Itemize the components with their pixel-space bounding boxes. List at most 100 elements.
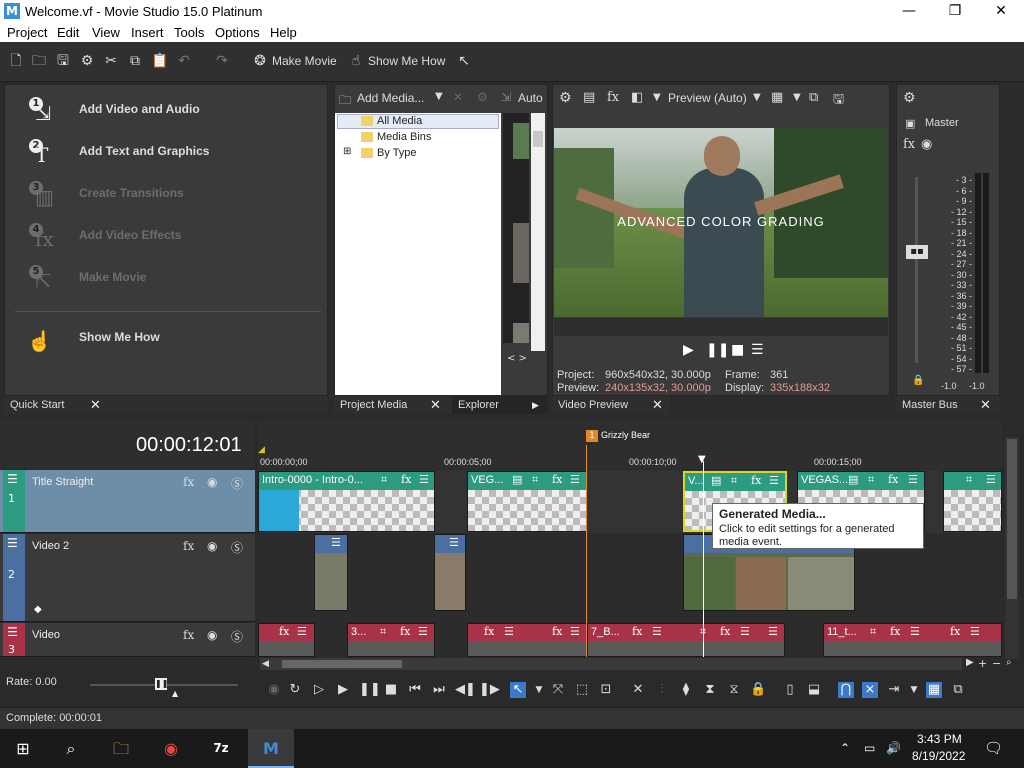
menu-project[interactable]: Project	[7, 25, 47, 40]
grid-icon[interactable]: ▦	[771, 90, 783, 105]
clip-video-b[interactable]: 3... ⌗ fx ☰	[347, 623, 435, 657]
loop-start-marker[interactable]: ◢	[258, 445, 265, 455]
fx-icon[interactable]: fx	[890, 625, 900, 638]
timeline-horizontal-scrollbar[interactable]: ◀	[260, 658, 962, 670]
undo-icon[interactable]: ↶	[176, 53, 192, 69]
clip-video-a[interactable]: fx ☰	[258, 623, 315, 657]
device-icon[interactable]: ▤	[583, 90, 595, 105]
search-icon[interactable]: ⌕	[48, 729, 94, 768]
region-icon[interactable]: ⬓	[806, 682, 822, 698]
generated-media-icon[interactable]: ▤	[848, 473, 858, 486]
timecode-display[interactable]: 00:00:12:01	[136, 434, 242, 457]
play-icon[interactable]: ▶	[683, 342, 694, 358]
close-icon[interactable]: ✕	[652, 396, 663, 414]
marker-flag[interactable]: 1	[586, 430, 598, 442]
redo-icon[interactable]: ↷	[214, 53, 230, 69]
chevron-down-icon[interactable]: ▼	[906, 682, 922, 698]
quick-start-add-video[interactable]: 1 ⇲ Add Video and Audio	[19, 97, 319, 125]
minimize-button[interactable]: —	[886, 0, 932, 23]
normal-edit-tool-icon[interactable]: ↖	[510, 682, 526, 698]
motion-icon[interactable]: ◉	[207, 539, 217, 553]
clip-intro[interactable]: Intro-0000 - Intro-0... ⌗ fx ☰	[258, 471, 435, 532]
clock-date[interactable]: 8/19/2022	[912, 749, 965, 763]
fx-icon[interactable]: fx	[401, 473, 411, 486]
tree-item-media-bins[interactable]: Media Bins	[377, 131, 431, 143]
fx-icon[interactable]: fx	[888, 473, 898, 486]
menu-help[interactable]: Help	[270, 25, 297, 40]
paste-icon[interactable]: 📋	[151, 53, 168, 69]
split-icon[interactable]: ⧫	[678, 682, 694, 698]
notifications-icon[interactable]: 🗨	[984, 739, 1003, 757]
help-cursor-icon[interactable]: ↖	[456, 53, 472, 69]
thumbnail[interactable]	[513, 123, 529, 159]
generated-media-icon[interactable]: ▤	[711, 474, 721, 487]
envelope-tool-icon[interactable]: ⤧	[550, 682, 566, 698]
menu-icon[interactable]: ☰	[740, 625, 750, 638]
chevron-down-icon[interactable]: ▼	[753, 92, 761, 103]
crop-icon[interactable]: ⌗	[381, 473, 387, 487]
zoom-in-icon[interactable]: +	[978, 657, 987, 670]
close-icon[interactable]: ✕	[90, 396, 101, 414]
menu-icon[interactable]: ☰	[910, 625, 920, 638]
open-folder-icon[interactable]: 🗀	[31, 53, 47, 69]
go-to-start-icon[interactable]: ⏮	[407, 682, 423, 698]
marker-icon[interactable]: ▯	[782, 682, 798, 698]
menu-icon[interactable]: ☰	[570, 625, 580, 638]
make-movie-icon[interactable]: ❂	[252, 53, 268, 69]
auto-crossfade-icon[interactable]: ⨯	[862, 682, 878, 698]
remove-icon[interactable]: ✕	[453, 90, 463, 104]
solo-icon[interactable]: Ⓢ	[231, 539, 243, 556]
generated-media-icon[interactable]: ▤	[512, 473, 522, 486]
clip-video-c[interactable]: fx ☰ fx ☰	[467, 623, 587, 657]
snapping-icon[interactable]: ⋂	[838, 682, 854, 698]
menu-icon[interactable]: ☰	[419, 473, 429, 486]
scroll-right-icon[interactable]: ▶	[966, 657, 974, 668]
chevron-down-icon[interactable]: ▼	[793, 92, 801, 103]
fx-icon[interactable]: fx	[552, 625, 562, 638]
quick-start-add-text[interactable]: 2 T Add Text and Graphics	[19, 139, 319, 167]
motion-icon[interactable]: ◉	[207, 475, 217, 489]
volume-icon[interactable]: 🔊	[886, 741, 901, 755]
loop-icon[interactable]: ↻	[287, 682, 303, 698]
close-button[interactable]: ✕	[978, 0, 1024, 23]
quick-start-effects[interactable]: 4 fx Add Video Effects	[19, 223, 319, 251]
rate-slider-handle[interactable]: ❚❚	[155, 678, 168, 690]
track-name[interactable]: Video 2	[32, 540, 69, 552]
prev-frame-icon[interactable]: ◀❚	[455, 682, 476, 698]
clip-vegas-3[interactable]: ⌗ ☰	[943, 471, 1002, 532]
menu-view[interactable]: View	[92, 25, 120, 40]
fx-icon[interactable]: fx	[484, 625, 494, 638]
scrollbar-thumb[interactable]	[282, 660, 402, 668]
record-icon[interactable]: ◉	[266, 682, 282, 698]
chevron-down-icon[interactable]: ▼	[531, 682, 547, 698]
track-header-title-straight[interactable]: ☰ 1 Title Straight fx ◉ Ⓢ	[0, 470, 255, 533]
copy-snapshot-icon[interactable]: ⧉	[809, 90, 818, 105]
pause-icon[interactable]: ❚❚	[706, 342, 729, 358]
menu-icon[interactable]: ☰	[986, 473, 996, 486]
preview-seek-bar[interactable]	[554, 318, 888, 336]
solo-icon[interactable]: Ⓢ	[231, 475, 243, 492]
menu-icon[interactable]: ☰	[504, 625, 514, 638]
timeline-vertical-scrollbar[interactable]	[1005, 437, 1019, 659]
fx-icon[interactable]: fx	[607, 90, 619, 105]
fx-icon[interactable]: fx	[552, 473, 562, 486]
crop-icon[interactable]: ⌗	[380, 625, 386, 639]
save-snapshot-icon[interactable]: 🖫	[833, 90, 844, 112]
add-media-icon[interactable]: 🗀	[339, 91, 351, 112]
quick-start-make-movie[interactable]: 5 ⇱ Make Movie	[19, 265, 319, 293]
clip-video-e[interactable]: 11_t... ⌗ fx ☰ fx ☰	[823, 623, 1002, 657]
play-from-start-icon[interactable]: ▷	[311, 682, 327, 698]
menu-icon[interactable]: ☰	[751, 342, 764, 358]
lock-envelopes-icon[interactable]: ▦	[926, 682, 942, 698]
new-file-icon[interactable]: 🗋	[8, 53, 24, 69]
menu-icon[interactable]: ☰	[449, 536, 459, 549]
menu-icon[interactable]: ☰	[652, 625, 662, 638]
gear-icon[interactable]: ⚙	[79, 53, 95, 69]
scroll-left-icon[interactable]: ◀	[262, 659, 269, 669]
sevenzip-icon[interactable]: 7z	[198, 729, 244, 768]
trim-start-icon[interactable]: ⧗	[702, 682, 718, 698]
lock-icon[interactable]: 🔒	[750, 682, 766, 698]
split-screen-icon[interactable]: ◧	[631, 90, 643, 105]
trim-icon[interactable]: ⫶	[654, 682, 670, 698]
selection-tool-icon[interactable]: ⬚	[574, 682, 590, 698]
